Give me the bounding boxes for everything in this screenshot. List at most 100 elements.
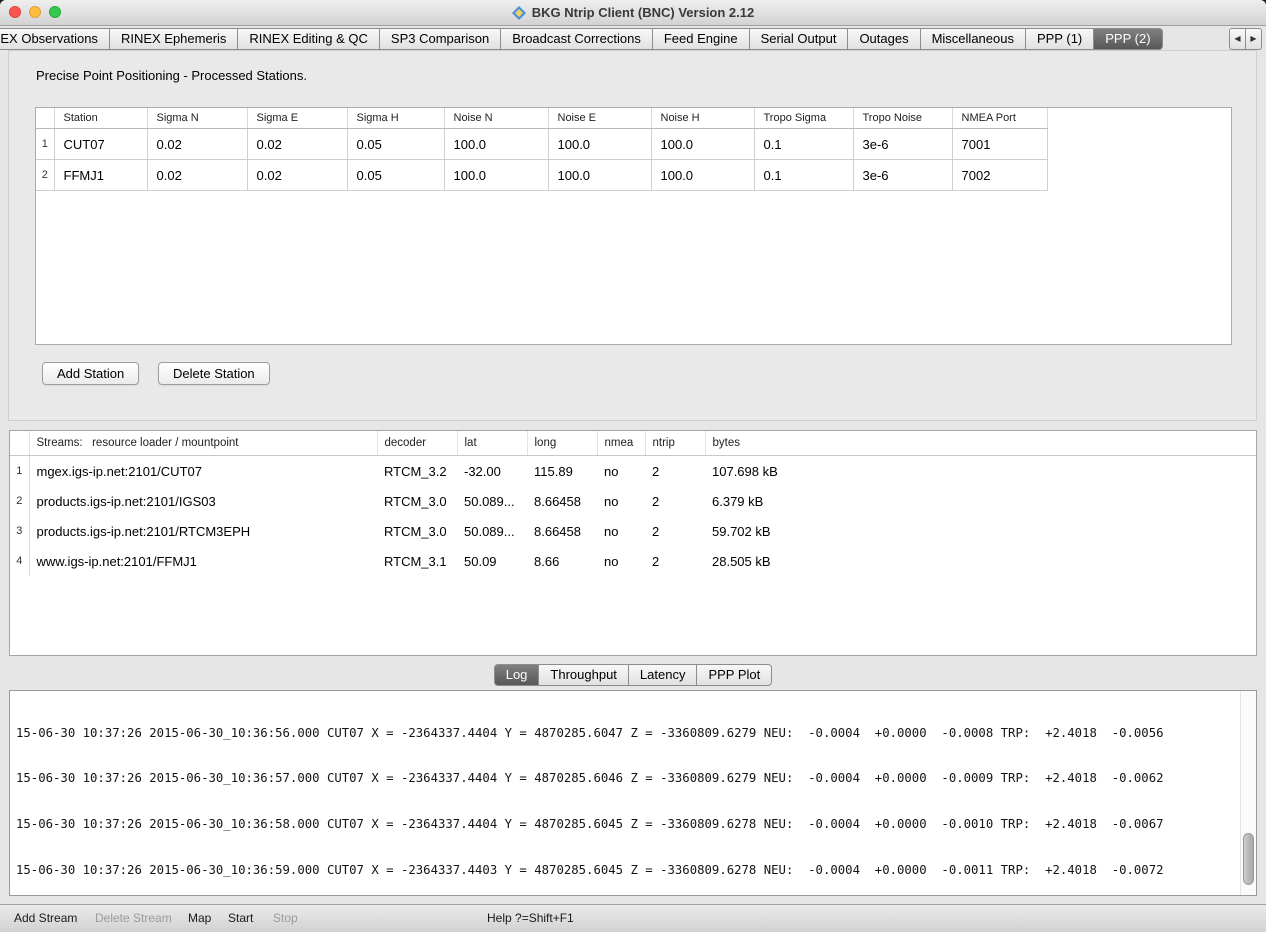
decoder-cell[interactable]: RTCM_3.0	[377, 486, 457, 516]
tab-outages[interactable]: Outages	[848, 28, 920, 50]
log-line: 15-06-30 10:37:26 2015-06-30_10:36:58.00…	[16, 817, 1236, 832]
stream-row[interactable]: 3 products.igs-ip.net:2101/RTCM3EPH RTCM…	[10, 516, 1256, 546]
add-station-button[interactable]: Add Station	[42, 362, 139, 385]
station-cell[interactable]: FFMJ1	[54, 160, 147, 191]
ntrip-cell[interactable]: 2	[645, 486, 705, 516]
ntrip-cell[interactable]: 2	[645, 546, 705, 576]
close-window-button[interactable]	[9, 6, 21, 18]
noise-n-cell[interactable]: 100.0	[444, 160, 548, 191]
tab-miscellaneous[interactable]: Miscellaneous	[921, 28, 1026, 50]
tab-feed-engine[interactable]: Feed Engine	[653, 28, 750, 50]
tab-ppp-2[interactable]: PPP (2)	[1094, 28, 1162, 50]
row-number[interactable]: 3	[10, 516, 29, 546]
tab-sp3-comparison[interactable]: SP3 Comparison	[380, 28, 501, 50]
stream-row[interactable]: 2 products.igs-ip.net:2101/IGS03 RTCM_3.…	[10, 486, 1256, 516]
sigma-h-cell[interactable]: 0.05	[347, 129, 444, 160]
noise-h-cell[interactable]: 100.0	[651, 160, 754, 191]
mountpoint-cell[interactable]: mgex.igs-ip.net:2101/CUT07	[29, 456, 377, 487]
tab-label: Feed Engine	[664, 31, 738, 46]
nmea-port-cell[interactable]: 7002	[952, 160, 1047, 191]
noise-n-cell[interactable]: 100.0	[444, 129, 548, 160]
sigma-n-cell[interactable]: 0.02	[147, 129, 247, 160]
bytes-cell[interactable]: 59.702 kB	[705, 516, 1256, 546]
ntrip-cell[interactable]: 2	[645, 456, 705, 487]
sigma-e-cell[interactable]: 0.02	[247, 129, 347, 160]
sigma-e-cell[interactable]: 0.02	[247, 160, 347, 191]
bytes-cell[interactable]: 107.698 kB	[705, 456, 1256, 487]
tab-scroll-right-button[interactable]: ▶	[1246, 28, 1262, 50]
tab-scroll-left-button[interactable]: ◀	[1229, 28, 1246, 50]
long-cell[interactable]: 8.66458	[527, 516, 597, 546]
stations-table: Station Sigma N Sigma E Sigma H Noise N …	[35, 107, 1232, 345]
tab-label: PPP Plot	[708, 667, 760, 682]
tab-rinex-editing-qc[interactable]: RINEX Editing & QC	[238, 28, 380, 50]
ppp-pane: Precise Point Positioning - Processed St…	[8, 50, 1257, 421]
lat-cell[interactable]: 50.089...	[457, 516, 527, 546]
tab-ppp-plot[interactable]: PPP Plot	[697, 664, 772, 686]
mountpoint-cell[interactable]: products.igs-ip.net:2101/RTCM3EPH	[29, 516, 377, 546]
station-row[interactable]: 1 CUT07 0.02 0.02 0.05 100.0 100.0 100.0…	[36, 129, 1047, 160]
noise-e-cell[interactable]: 100.0	[548, 160, 651, 191]
delete-station-button[interactable]: Delete Station	[158, 362, 270, 385]
row-number[interactable]: 1	[10, 456, 29, 487]
log-tab-bar: Log Throughput Latency PPP Plot	[0, 664, 1266, 686]
noise-e-cell[interactable]: 100.0	[548, 129, 651, 160]
log-line: 15-06-30 10:37:26 2015-06-30_10:36:56.00…	[16, 726, 1236, 741]
log-output[interactable]: 15-06-30 10:37:26 2015-06-30_10:36:56.00…	[9, 690, 1257, 896]
row-number[interactable]: 4	[10, 546, 29, 576]
row-number[interactable]: 1	[36, 129, 54, 160]
decoder-cell[interactable]: RTCM_3.1	[377, 546, 457, 576]
sigma-n-cell[interactable]: 0.02	[147, 160, 247, 191]
nmea-cell[interactable]: no	[597, 546, 645, 576]
tab-ppp-1[interactable]: PPP (1)	[1026, 28, 1094, 50]
nmea-cell[interactable]: no	[597, 456, 645, 487]
nmea-cell[interactable]: no	[597, 486, 645, 516]
mountpoint-cell[interactable]: www.igs-ip.net:2101/FFMJ1	[29, 546, 377, 576]
station-row[interactable]: 2 FFMJ1 0.02 0.02 0.05 100.0 100.0 100.0…	[36, 160, 1047, 191]
help-hint: Help ?=Shift+F1	[487, 905, 574, 931]
scrollbar-track[interactable]	[1240, 691, 1256, 895]
tab-serial-output[interactable]: Serial Output	[750, 28, 849, 50]
tab-latency[interactable]: Latency	[629, 664, 698, 686]
bnc-window: BKG Ntrip Client (BNC) Version 2.12 RINE…	[0, 0, 1266, 932]
col-header-nmea-port: NMEA Port	[952, 108, 1047, 129]
tab-log[interactable]: Log	[494, 664, 540, 686]
tropo-sigma-cell[interactable]: 0.1	[754, 160, 853, 191]
start-action[interactable]: Start	[228, 905, 253, 931]
minimize-window-button[interactable]	[29, 6, 41, 18]
long-cell[interactable]: 8.66	[527, 546, 597, 576]
row-number[interactable]: 2	[10, 486, 29, 516]
map-action[interactable]: Map	[188, 905, 211, 931]
tab-broadcast-corrections[interactable]: Broadcast Corrections	[501, 28, 653, 50]
lat-cell[interactable]: 50.089...	[457, 486, 527, 516]
add-stream-action[interactable]: Add Stream	[14, 905, 77, 931]
bytes-cell[interactable]: 28.505 kB	[705, 546, 1256, 576]
bytes-cell[interactable]: 6.379 kB	[705, 486, 1256, 516]
lat-cell[interactable]: 50.09	[457, 546, 527, 576]
long-cell[interactable]: 115.89	[527, 456, 597, 487]
noise-h-cell[interactable]: 100.0	[651, 129, 754, 160]
row-number[interactable]: 2	[36, 160, 54, 191]
stream-row[interactable]: 1 mgex.igs-ip.net:2101/CUT07 RTCM_3.2 -3…	[10, 456, 1256, 487]
decoder-cell[interactable]: RTCM_3.2	[377, 456, 457, 487]
tab-rinex-ephemeris[interactable]: RINEX Ephemeris	[110, 28, 238, 50]
lat-cell[interactable]: -32.00	[457, 456, 527, 487]
streams-header-row: Streams: resource loader / mountpoint de…	[10, 431, 1256, 456]
tropo-noise-cell[interactable]: 3e-6	[853, 129, 952, 160]
tab-rinex-observations[interactable]: RINEX Observations	[0, 28, 110, 50]
scrollbar-thumb[interactable]	[1243, 833, 1254, 885]
nmea-cell[interactable]: no	[597, 516, 645, 546]
col-header-noise-e: Noise E	[548, 108, 651, 129]
ntrip-cell[interactable]: 2	[645, 516, 705, 546]
zoom-window-button[interactable]	[49, 6, 61, 18]
tropo-noise-cell[interactable]: 3e-6	[853, 160, 952, 191]
tropo-sigma-cell[interactable]: 0.1	[754, 129, 853, 160]
station-cell[interactable]: CUT07	[54, 129, 147, 160]
mountpoint-cell[interactable]: products.igs-ip.net:2101/IGS03	[29, 486, 377, 516]
decoder-cell[interactable]: RTCM_3.0	[377, 516, 457, 546]
tab-throughput[interactable]: Throughput	[539, 664, 629, 686]
long-cell[interactable]: 8.66458	[527, 486, 597, 516]
nmea-port-cell[interactable]: 7001	[952, 129, 1047, 160]
sigma-h-cell[interactable]: 0.05	[347, 160, 444, 191]
stream-row[interactable]: 4 www.igs-ip.net:2101/FFMJ1 RTCM_3.1 50.…	[10, 546, 1256, 576]
